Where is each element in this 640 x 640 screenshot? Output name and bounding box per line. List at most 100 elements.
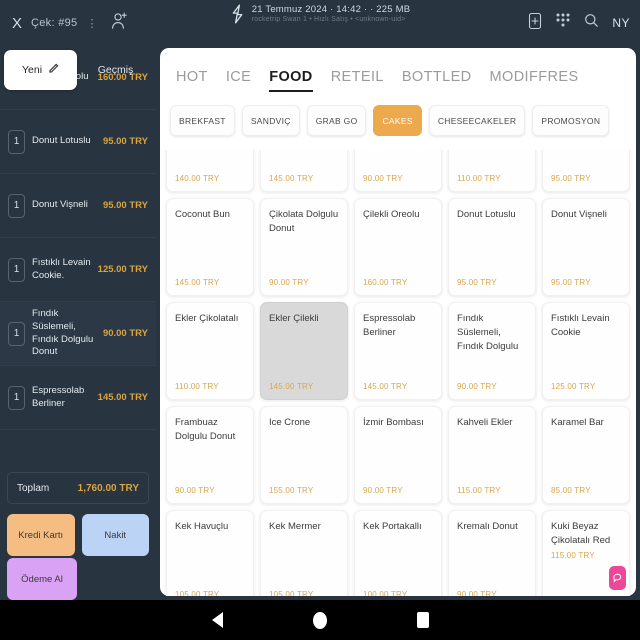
cart-item-price: 145.00 TRY — [97, 392, 148, 403]
product-card[interactable]: Donut Vişneli 95.00 TRY — [542, 198, 630, 296]
cart-item-row[interactable]: 1 Fındık Süslemeli, Fındık Dolgulu Donut… — [0, 302, 156, 366]
product-name: Ekler Çilekli — [269, 313, 319, 324]
product-price: 95.00 TRY — [551, 278, 591, 287]
header-subtitle-text: rocketrip Swan 1 • Hızlı Satış • <unknow… — [251, 16, 406, 23]
product-card[interactable]: Kek Mermer 105.00 TRY — [260, 510, 348, 596]
product-card[interactable]: Çikolata Dolgulu Donut 90.00 TRY — [260, 198, 348, 296]
product-price: 155.00 TRY — [269, 486, 314, 495]
cart-item-qty[interactable]: 1 — [8, 129, 25, 154]
product-price: 90.00 TRY — [457, 382, 497, 391]
chip-brekfast[interactable]: BREKFAST — [170, 105, 235, 136]
product-price: 90.00 TRY — [363, 174, 403, 183]
cart-item-qty[interactable]: 1 — [8, 321, 25, 346]
chip-cakes[interactable]: CAKES — [373, 105, 422, 136]
cart-item-price: 90.00 TRY — [102, 328, 148, 339]
credit-card-button[interactable]: Kredi Kartı — [7, 514, 75, 556]
cart-item-row[interactable]: 1 Donut Vişneli 95.00 TRY — [0, 174, 156, 238]
product-card[interactable]: Kahveli Ekler 115.00 TRY — [448, 406, 536, 504]
product-name: Kek Mermer — [269, 521, 321, 532]
cash-button[interactable]: Nakit — [81, 514, 149, 556]
cart-item-qty[interactable]: 1 — [8, 193, 25, 218]
overflow-menu-icon[interactable]: ⋮ — [86, 17, 98, 30]
product-card[interactable]: Kek Portakallı 100.00 TRY — [354, 510, 442, 596]
recents-icon[interactable] — [416, 612, 429, 628]
check-number-label[interactable]: Çek: #95 — [31, 17, 77, 29]
product-card[interactable]: Kek Havuçlu 105.00 TRY — [166, 510, 254, 596]
chip-sandvic[interactable]: SANDVIÇ — [241, 105, 300, 136]
tab-modiffres[interactable]: MODIFFRES — [490, 69, 579, 92]
cart-item-row[interactable]: 1 Donut Lotuslu 95.00 TRY — [0, 110, 156, 174]
product-card[interactable]: Fındık Süslemeli, Fındık Dolgulu 90.00 T… — [448, 302, 536, 400]
product-card[interactable]: Donut Lotuslu 95.00 TRY — [448, 198, 536, 296]
cart-total-row: Toplam 1,760.00 TRY — [7, 472, 149, 504]
tab-hot[interactable]: HOT — [176, 69, 208, 92]
product-card[interactable]: 145.00 TRY — [260, 150, 348, 192]
cart-tab-yeni-label: Yeni — [21, 64, 43, 76]
cart-item-qty[interactable]: 1 — [8, 385, 25, 410]
product-card[interactable]: Ekler Çikolatalı 110.00 TRY — [166, 302, 254, 400]
home-icon[interactable] — [312, 611, 327, 629]
product-price: 145.00 TRY — [269, 174, 314, 183]
cart-item-price: 95.00 TRY — [102, 200, 148, 211]
cart-item-name: Donut Vişneli — [32, 199, 88, 211]
add-document-icon[interactable] — [528, 12, 542, 35]
cart-tab-gecmis[interactable]: Geçmiş — [79, 50, 152, 90]
catalog-panel: HOT ICE FOOD RETEIL BOTTLED MODIFFRES BR… — [156, 46, 640, 600]
product-price: 145.00 TRY — [363, 382, 408, 391]
product-price: 95.00 TRY — [551, 174, 591, 183]
search-icon[interactable] — [584, 13, 599, 33]
product-card[interactable]: Fıstıklı Levain Cookie 125.00 TRY — [542, 302, 630, 400]
take-payment-button[interactable]: Ödeme Al — [7, 558, 77, 600]
product-name: Ice Crone — [269, 417, 311, 428]
product-name: Çilekli Oreolu — [363, 209, 420, 220]
product-card[interactable]: 110.00 TRY — [448, 150, 536, 192]
cart-item-row[interactable]: 1 Fıstıklı Levain Cookie. 125.00 TRY — [0, 238, 156, 302]
cart-item-name: Espressolab Berliner — [32, 384, 85, 409]
cart-tab-yeni[interactable]: Yeni — [4, 50, 77, 90]
product-card[interactable]: İzmir Bombası 90.00 TRY — [354, 406, 442, 504]
product-card[interactable]: Coconut Bun 145.00 TRY — [166, 198, 254, 296]
product-grid-scroll[interactable]: 140.00 TRY 145.00 TRY 90.00 TRY 110.00 T… — [160, 150, 636, 596]
tab-food[interactable]: FOOD — [269, 69, 313, 92]
cart-items-list[interactable]: 1 Çilekli Oreolu 160.00 TRY 1 Donut Lotu… — [0, 46, 156, 464]
product-card[interactable]: Ice Crone 155.00 TRY — [260, 406, 348, 504]
product-name: Coconut Bun — [175, 209, 230, 220]
close-icon[interactable]: X — [12, 16, 22, 31]
cart-tab-gecmis-label: Geçmiş — [97, 64, 134, 76]
tab-ice[interactable]: ICE — [226, 69, 251, 92]
chip-grab-go[interactable]: GRAB GO — [306, 105, 367, 136]
chat-support-icon[interactable] — [609, 566, 626, 590]
product-card[interactable]: 140.00 TRY — [166, 150, 254, 192]
tab-bottled[interactable]: BOTTLED — [402, 69, 472, 92]
app-logo-icon — [230, 4, 245, 29]
product-card[interactable]: Frambuaz Dolgulu Donut 90.00 TRY — [166, 406, 254, 504]
cart-item-qty[interactable]: 1 — [8, 257, 25, 282]
product-price: 105.00 TRY — [175, 590, 220, 596]
product-card[interactable]: Karamel Bar 85.00 TRY — [542, 406, 630, 504]
back-icon[interactable] — [211, 612, 223, 628]
product-price: 110.00 TRY — [457, 174, 501, 183]
header-center-info: 21 Temmuz 2024 · 14:42 · · 225 MB rocket… — [170, 4, 470, 29]
product-name: Çikolata Dolgulu Donut — [269, 209, 339, 234]
product-price: 115.00 TRY — [457, 486, 501, 495]
top-header-bar: X Çek: #95 ⋮ 21 Temmuz 2024 · 14:42 · · … — [0, 0, 640, 46]
product-price: 95.00 TRY — [457, 278, 497, 287]
product-card-selected[interactable]: Ekler Çilekli 145.00 TRY — [260, 302, 348, 400]
product-grid: 140.00 TRY 145.00 TRY 90.00 TRY 110.00 T… — [160, 150, 636, 596]
user-initials-badge[interactable]: NY — [612, 16, 630, 30]
product-card[interactable]: 95.00 TRY — [542, 150, 630, 192]
product-name: Kahveli Ekler — [457, 417, 513, 428]
product-card[interactable]: Kremalı Donut 90.00 TRY — [448, 510, 536, 596]
product-card[interactable]: Çilekli Oreolu 160.00 TRY — [354, 198, 442, 296]
product-name: Karamel Bar — [551, 417, 604, 428]
grid-menu-icon[interactable] — [555, 12, 571, 34]
product-card[interactable]: Espressolab Berliner 145.00 TRY — [354, 302, 442, 400]
tab-reteil[interactable]: RETEIL — [331, 69, 384, 92]
product-name: Frambuaz Dolgulu Donut — [175, 417, 236, 442]
cart-item-row[interactable]: 1 Espressolab Berliner 145.00 TRY — [0, 366, 156, 430]
chip-promosyon[interactable]: PROMOSYON — [532, 105, 610, 136]
product-name: Kek Havuçlu — [175, 521, 229, 532]
chip-cheseecakeler[interactable]: CHESEECAKELER — [428, 105, 526, 136]
add-user-icon[interactable] — [111, 11, 128, 35]
product-card[interactable]: 90.00 TRY — [354, 150, 442, 192]
